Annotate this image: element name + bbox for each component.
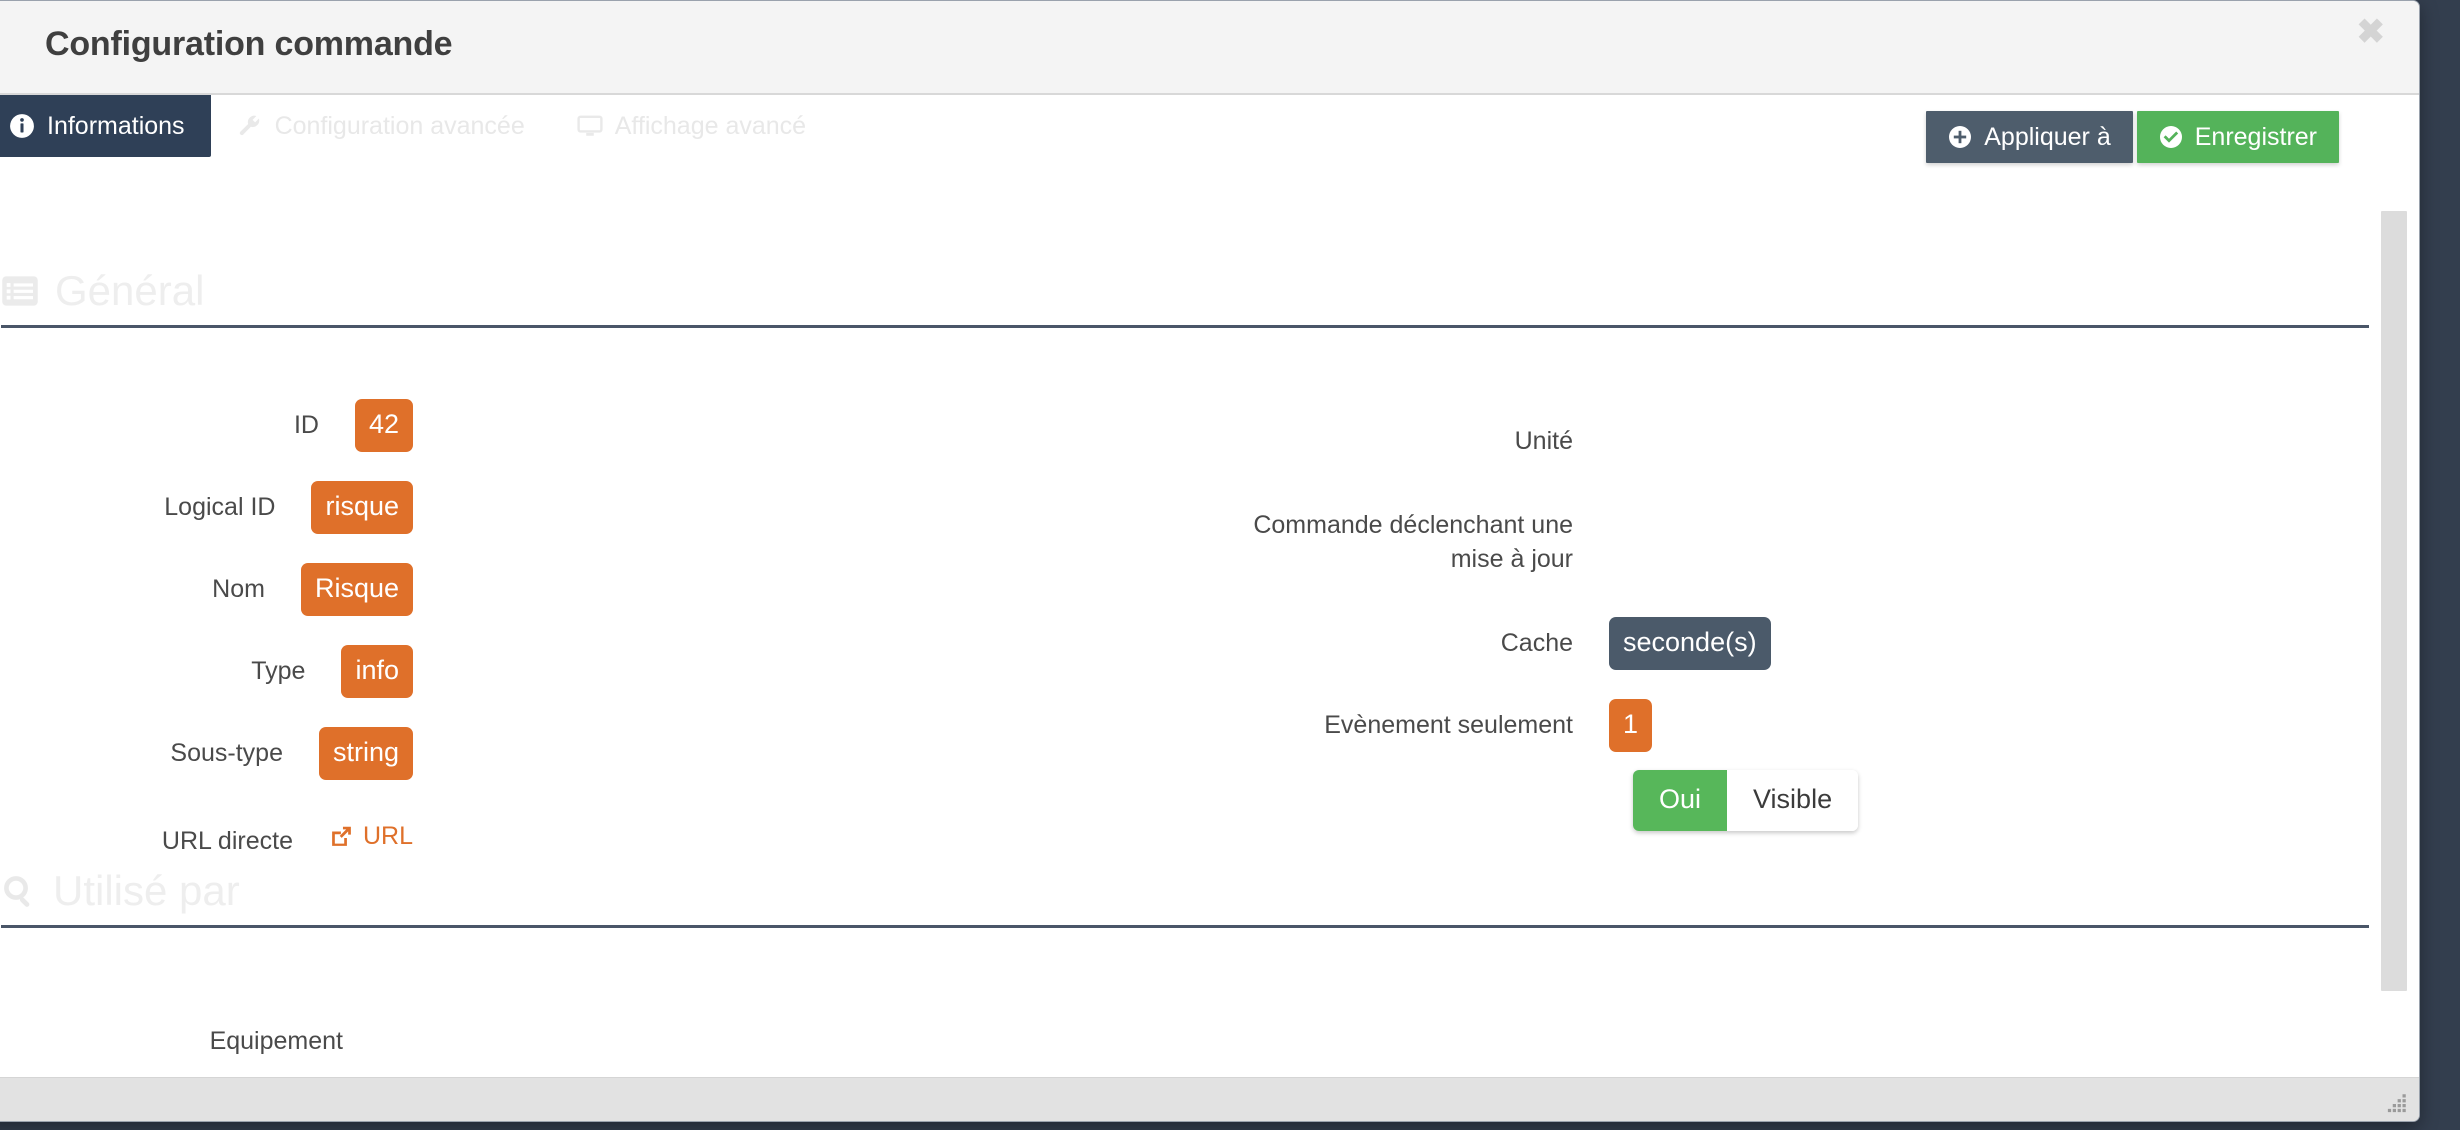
field-url-directe-label: URL directe xyxy=(161,827,293,855)
section-general: Général xyxy=(1,267,2369,328)
tab-label: Affichage avancé xyxy=(614,111,807,140)
field-type: Type info xyxy=(103,645,413,698)
field-cache-value[interactable]: seconde(s) xyxy=(1609,617,1771,670)
btn-group: Oui Visible xyxy=(1633,770,1859,831)
field-sous-type-value-wrap: string xyxy=(318,727,413,780)
field-cache-label: Cache xyxy=(1500,629,1573,657)
vertical-scrollbar-thumb[interactable] xyxy=(2381,211,2407,991)
dialog-action-buttons: Appliquer à Enregistrer xyxy=(1926,111,2339,163)
save-label: Enregistrer xyxy=(2194,122,2317,151)
field-nom: Nom Risque xyxy=(103,563,413,616)
toggle-oui-button[interactable]: Oui xyxy=(1633,770,1728,831)
desktop-icon xyxy=(577,113,603,139)
direct-url-link[interactable]: URL xyxy=(329,822,413,851)
section-used-by-title: Utilisé par xyxy=(53,867,240,914)
dialog-header: Configuration commande ✖ xyxy=(0,1,2419,95)
configuration-dialog: Configuration commande ✖ Informations Co… xyxy=(0,0,2420,1122)
field-nom-value-wrap: Risque xyxy=(300,563,413,616)
field-id-value[interactable]: 42 xyxy=(354,399,413,452)
wrench-icon xyxy=(237,113,263,139)
dialog-body: Informations Configuration avancée Affic… xyxy=(0,95,2419,1077)
info-circle-icon xyxy=(9,113,35,139)
field-id: ID 42 xyxy=(103,399,413,452)
tab-affichage-avance[interactable]: Affichage avancé xyxy=(551,95,832,157)
list-icon xyxy=(1,275,39,307)
section-used-by: Utilisé par xyxy=(1,867,2369,928)
field-logical-id-value-wrap: risque xyxy=(311,481,413,534)
field-logical-id: Logical ID risque xyxy=(103,481,413,534)
field-id-value-wrap: 42 xyxy=(354,399,413,452)
field-cache: Cache seconde(s) xyxy=(1243,617,1843,670)
dialog-title: Configuration commande xyxy=(45,25,453,63)
field-unite: Unité xyxy=(1243,425,1843,459)
field-cache-value-wrap: seconde(s) xyxy=(1609,617,1771,670)
tab-label: Configuration avancée xyxy=(274,111,525,140)
field-type-value-wrap: info xyxy=(341,645,413,698)
plus-circle-icon xyxy=(1948,125,1972,149)
check-circle-icon xyxy=(2159,125,2183,149)
field-sous-type: Sous-type string xyxy=(103,727,413,780)
field-type-label: Type xyxy=(251,657,306,685)
field-nom-label: Nom xyxy=(212,575,265,603)
field-commande-declenchant-label: Commande déclenchant une mise à jour xyxy=(1253,511,1573,573)
field-id-label: ID xyxy=(293,411,319,439)
resize-grip-icon[interactable] xyxy=(2383,1091,2409,1117)
field-evenement-seulement: Evènement seulement 1 xyxy=(1243,699,1843,752)
field-url-directe: URL directe URL xyxy=(103,822,413,859)
section-general-legend: Général xyxy=(1,267,2369,328)
field-logical-id-value[interactable]: risque xyxy=(311,481,413,534)
field-evenement-seulement-value[interactable]: 1 xyxy=(1609,699,1653,752)
tab-bar: Informations Configuration avancée Affic… xyxy=(0,95,832,157)
field-logical-id-label: Logical ID xyxy=(164,493,276,521)
field-sous-type-value[interactable]: string xyxy=(318,727,413,780)
screen-root: Configuration commande ✖ Informations Co… xyxy=(0,0,2460,1130)
tab-informations[interactable]: Informations xyxy=(0,95,211,157)
close-icon[interactable]: ✖ xyxy=(2351,11,2392,53)
field-nom-value[interactable]: Risque xyxy=(300,563,413,616)
external-link-icon xyxy=(329,824,354,849)
tab-label: Informations xyxy=(47,111,185,140)
section-general-title: Général xyxy=(55,267,205,314)
field-equipement-label: Equipement xyxy=(209,1027,343,1055)
field-evenement-seulement-label: Evènement seulement xyxy=(1324,711,1573,739)
tab-configuration-avancee[interactable]: Configuration avancée xyxy=(211,95,551,157)
field-commande-declenchant: Commande déclenchant une mise à jour xyxy=(1243,509,1843,577)
section-used-by-legend: Utilisé par xyxy=(1,867,2369,928)
field-type-value[interactable]: info xyxy=(341,645,413,698)
direct-url-label: URL xyxy=(362,822,413,850)
toggle-visible-button[interactable]: Visible xyxy=(1727,770,1859,831)
save-button[interactable]: Enregistrer xyxy=(2136,111,2339,163)
visibility-toggle-group: Oui Visible xyxy=(1633,770,1859,831)
field-sous-type-label: Sous-type xyxy=(170,739,283,767)
apply-to-label: Appliquer à xyxy=(1984,122,2111,151)
field-url-directe-value-wrap: URL xyxy=(329,822,413,854)
vertical-scrollbar-track[interactable] xyxy=(2381,103,2413,1069)
search-icon xyxy=(1,873,37,909)
field-unite-label: Unité xyxy=(1514,427,1573,455)
dialog-footer xyxy=(0,1077,2419,1121)
apply-to-button[interactable]: Appliquer à xyxy=(1926,111,2133,163)
field-evenement-seulement-value-wrap: 1 xyxy=(1609,699,1653,752)
field-equipement: Equipement xyxy=(103,1025,413,1059)
